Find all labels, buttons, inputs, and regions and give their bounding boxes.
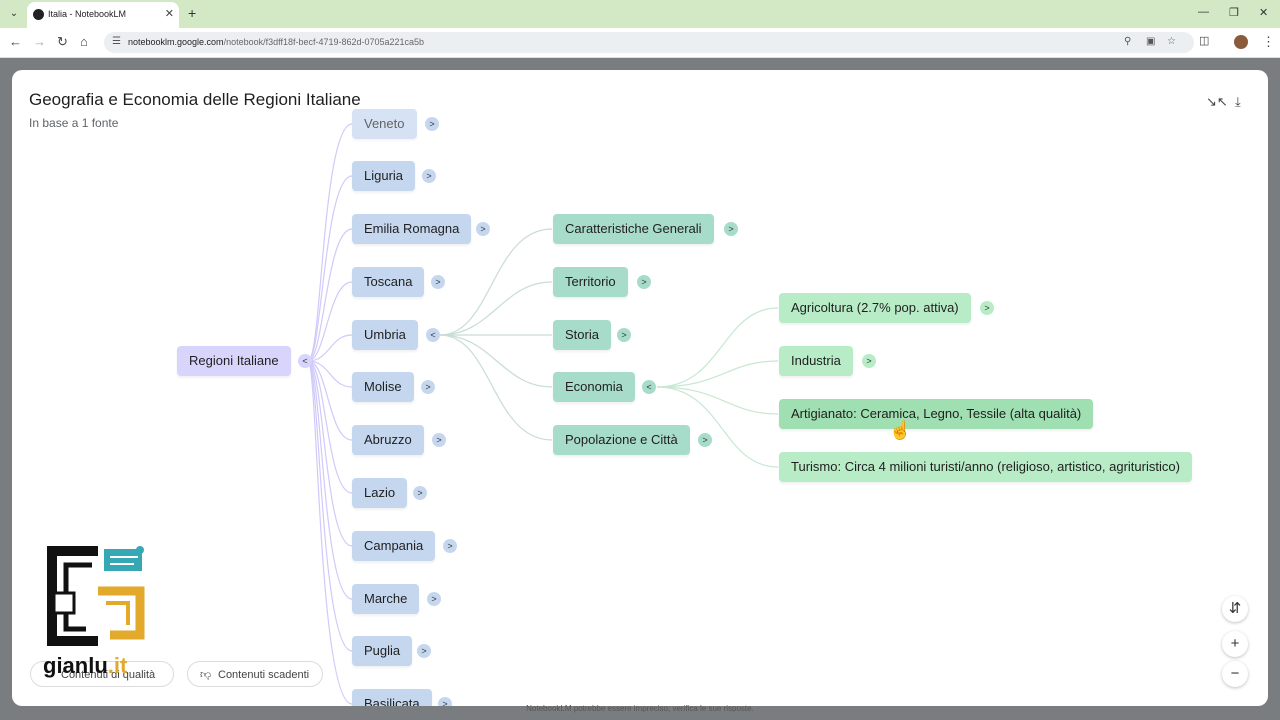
url-host: notebooklm.google.com xyxy=(128,37,224,47)
region-node-veneto[interactable]: Veneto xyxy=(352,109,417,139)
region-node-abruzzo[interactable]: Abruzzo xyxy=(352,425,424,455)
region-toggle-umbria[interactable]: < xyxy=(426,328,440,342)
zoom-icon[interactable]: ⚲ xyxy=(1124,36,1131,47)
home-icon[interactable]: ⌂ xyxy=(80,34,88,49)
region-toggle-abruzzo[interactable]: > xyxy=(432,433,446,447)
gianlu-logo-text: gianlu.it xyxy=(43,653,127,679)
expand-all-icon[interactable]: ⇵ xyxy=(1222,596,1248,622)
region-node-marche[interactable]: Marche xyxy=(352,584,420,614)
forward-arrow-icon[interactable]: → xyxy=(33,34,46,49)
tab-search-chevron-icon[interactable]: ⌄ xyxy=(6,6,22,22)
region-node-toscana[interactable]: Toscana xyxy=(352,267,425,297)
region-node-campania[interactable]: Campania xyxy=(352,531,436,561)
url-path: /notebook/f3dff18f-becf-4719-862d-0705a2… xyxy=(223,37,425,47)
region-node-umbria[interactable]: Umbria xyxy=(352,320,418,350)
bad-content-label: Contenuti scadenti xyxy=(218,669,310,681)
hand-cursor-icon: ☝ xyxy=(889,420,912,440)
topic-node-economia[interactable]: Economia xyxy=(553,372,635,402)
region-toggle-emilia-romagna[interactable]: > xyxy=(476,222,490,236)
mindmap-connectors xyxy=(307,123,779,705)
browser-menu-icon[interactable]: ⋮ xyxy=(1262,34,1275,50)
region-toggle-molise[interactable]: > xyxy=(421,380,435,394)
topic-node-popolazione-e-citta[interactable]: Popolazione e Città xyxy=(553,425,690,455)
logo-name: gianlu xyxy=(43,653,108,678)
mindmap-root-node[interactable]: Regioni Italiane xyxy=(177,346,291,376)
bookmark-star-icon[interactable]: ☆ xyxy=(1167,36,1176,47)
economia-toggle-agricoltura[interactable]: > xyxy=(980,301,994,315)
region-node-puglia[interactable]: Puglia xyxy=(352,636,413,666)
region-node-emilia-romagna[interactable]: Emilia Romagna xyxy=(352,214,472,244)
region-toggle-liguria[interactable]: > xyxy=(422,169,436,183)
browser-tab[interactable]: Italia - NotebookLM ✕ xyxy=(27,2,179,28)
root-collapse-toggle[interactable]: < xyxy=(298,354,312,368)
region-node-lazio[interactable]: Lazio xyxy=(352,478,408,508)
region-toggle-veneto[interactable]: > xyxy=(425,117,439,131)
region-toggle-campania[interactable]: > xyxy=(443,539,457,553)
site-info-icon[interactable]: ☰ xyxy=(112,36,121,47)
topic-node-storia[interactable]: Storia xyxy=(553,320,611,350)
address-toolbar: ← → ↻ ⌂ ☰ notebooklm.google.com/notebook… xyxy=(0,28,1280,58)
thumbs-down-icon: 👎︎ xyxy=(200,669,212,681)
economia-toggle-industria[interactable]: > xyxy=(862,354,876,368)
topic-node-caratteristiche-generali[interactable]: Caratteristiche Generali xyxy=(553,214,714,244)
restore-icon[interactable]: ❐ xyxy=(1229,6,1239,19)
new-tab-plus-icon[interactable]: + xyxy=(188,5,196,21)
topic-node-territorio[interactable]: Territorio xyxy=(553,267,628,297)
region-toggle-toscana[interactable]: > xyxy=(431,275,445,289)
notebooklm-favicon-icon xyxy=(33,9,44,20)
topic-toggle-storia[interactable]: > xyxy=(617,328,631,342)
economia-node-turismo[interactable]: Turismo: Circa 4 milioni turisti/anno (r… xyxy=(779,452,1192,482)
install-app-icon[interactable]: ▣ xyxy=(1146,36,1155,47)
reload-icon[interactable]: ↻ xyxy=(57,34,68,50)
region-toggle-marche[interactable]: > xyxy=(427,592,441,606)
economia-node-agricoltura[interactable]: Agricoltura (2.7% pop. attiva) xyxy=(779,293,971,323)
minimize-icon[interactable]: — xyxy=(1198,6,1209,18)
topic-toggle-popolazione-e-citta[interactable]: > xyxy=(698,433,712,447)
region-node-liguria[interactable]: Liguria xyxy=(352,161,416,191)
mindmap-dialog: Geografia e Economia delle Regioni Itali… xyxy=(12,70,1268,706)
region-node-molise[interactable]: Molise xyxy=(352,372,414,402)
topic-toggle-caratteristiche-generali[interactable]: > xyxy=(724,222,738,236)
economia-node-industria[interactable]: Industria xyxy=(779,346,853,376)
region-toggle-lazio[interactable]: > xyxy=(413,486,427,500)
tab-title: Italia - NotebookLM xyxy=(48,9,127,19)
economia-node-artigianato[interactable]: Artigianato: Ceramica, Legno, Tessile (a… xyxy=(779,399,1094,429)
profile-avatar[interactable] xyxy=(1234,35,1248,49)
tab-close-icon[interactable]: ✕ xyxy=(165,7,174,20)
region-toggle-puglia[interactable]: > xyxy=(417,644,431,658)
disclaimer-text: NotebookLM potrebbe essere impreciso; ve… xyxy=(526,704,754,713)
window-close-icon[interactable]: ✕ xyxy=(1259,6,1268,19)
topic-toggle-economia[interactable]: < xyxy=(642,380,656,394)
back-arrow-icon[interactable]: ← xyxy=(9,34,22,49)
zoom-in-icon[interactable]: + xyxy=(1222,631,1248,657)
zoom-out-icon[interactable]: − xyxy=(1222,661,1248,687)
extensions-icon[interactable]: ◫ xyxy=(1199,34,1209,47)
logo-suffix: .it xyxy=(107,653,128,678)
topic-toggle-territorio[interactable]: > xyxy=(637,275,651,289)
tab-strip: ⌄ Italia - NotebookLM ✕ + — ❐ ✕ xyxy=(0,0,1280,28)
url-bar[interactable]: ☰ notebooklm.google.com/notebook/f3dff18… xyxy=(104,32,1194,53)
bad-content-button[interactable]: 👎︎ Contenuti scadenti xyxy=(187,661,323,687)
